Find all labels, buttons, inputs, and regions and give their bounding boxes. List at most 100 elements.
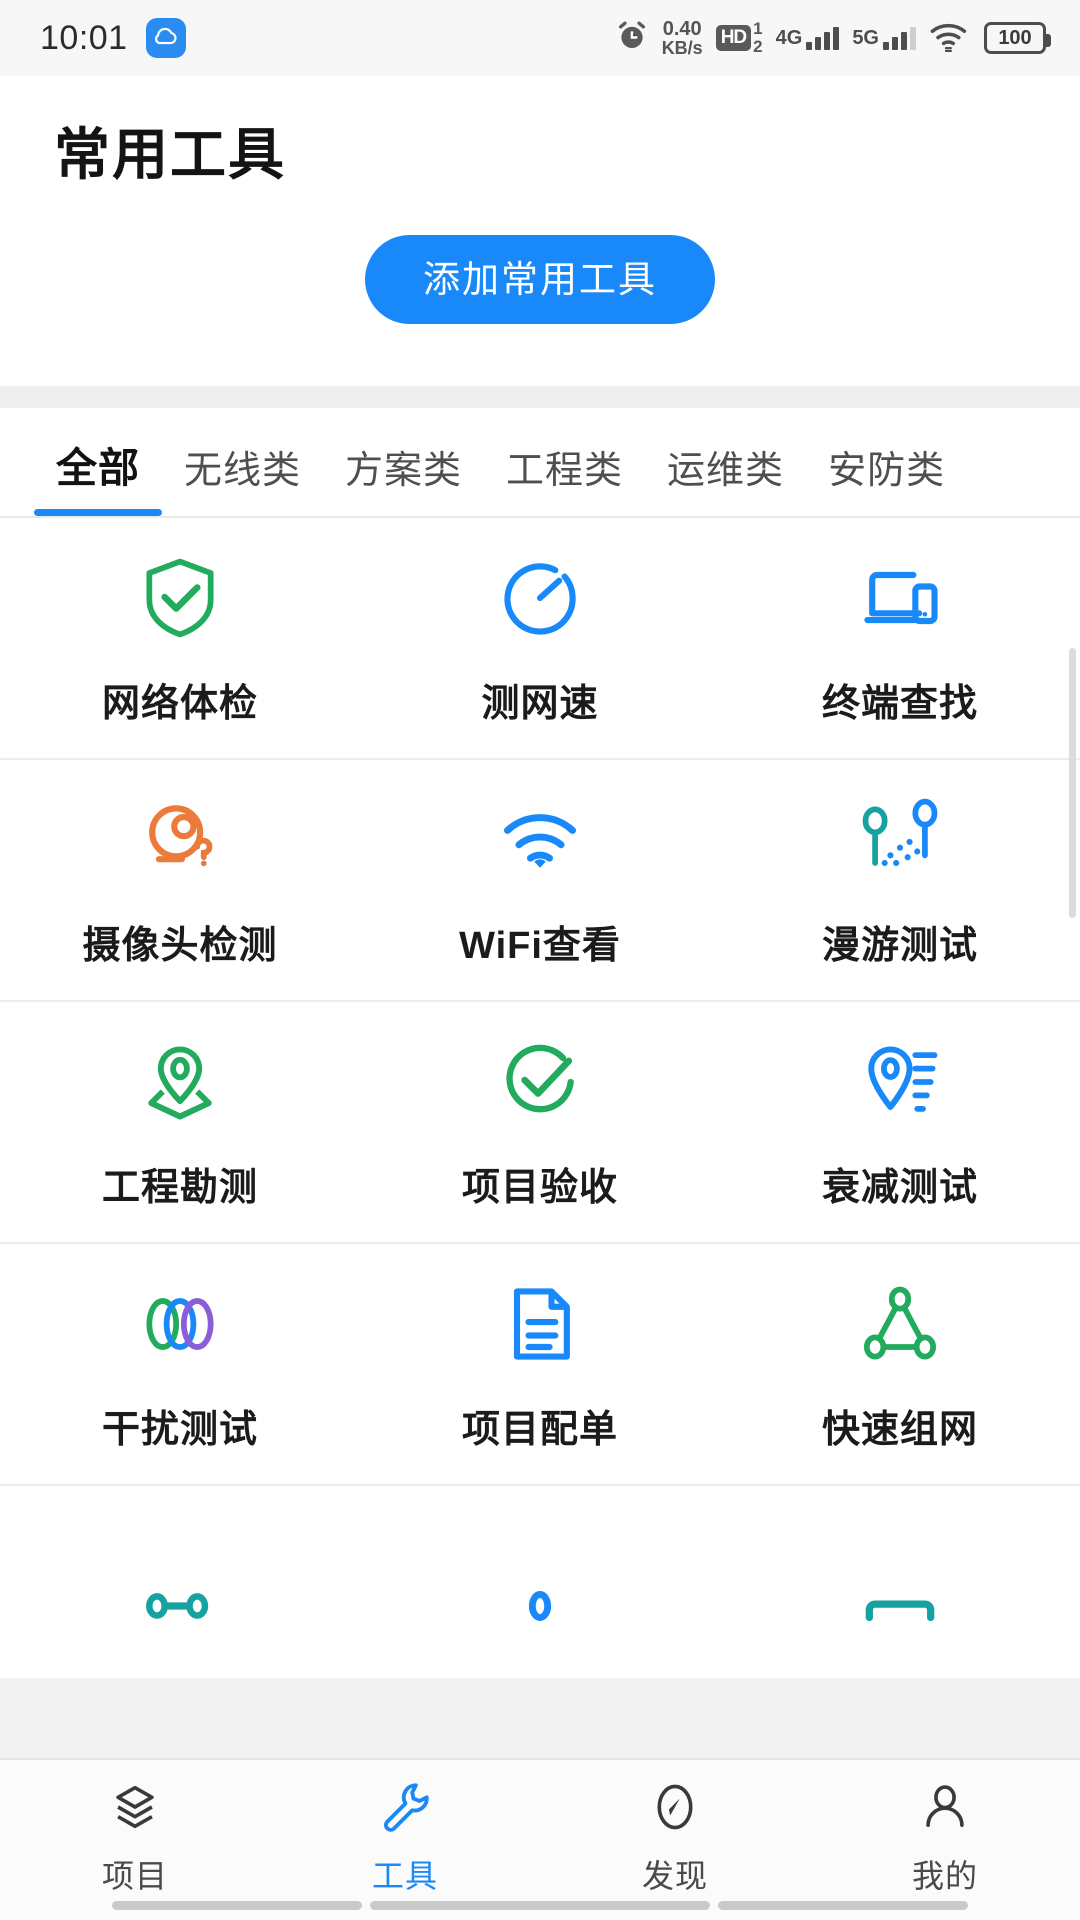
cloud-icon <box>145 18 186 58</box>
tool-item-roaming-test[interactable]: 漫游测试 <box>720 792 1080 969</box>
tool-grid-row: 摄像头检测 WiFi查看 漫游测试 <box>0 760 1080 1002</box>
person-icon <box>916 1778 974 1841</box>
tool-item-wifi-view[interactable]: WiFi查看 <box>360 792 720 969</box>
device-bar-icon <box>852 1558 948 1654</box>
location-pin-icon <box>492 1558 588 1654</box>
add-common-tool-button[interactable]: 添加常用工具 <box>365 235 715 324</box>
interference-rings-icon <box>132 1276 228 1372</box>
battery-indicator: 100 <box>984 22 1051 54</box>
category-tabs: 全部 无线类 方案类 工程类 运维类 安防类 <box>0 408 1080 516</box>
tab-security[interactable]: 安防类 <box>806 413 967 516</box>
section-divider <box>0 386 1080 408</box>
roaming-nodes-icon <box>852 792 948 888</box>
tool-item-partial-1[interactable] <box>0 1558 360 1654</box>
home-indicator <box>0 1901 1080 1910</box>
tool-item-project-acceptance[interactable]: 项目验收 <box>360 1034 720 1211</box>
tool-item-interference-test[interactable]: 干扰测试 <box>0 1276 360 1453</box>
page-title: 常用工具 <box>54 123 286 186</box>
nav-label: 我的 <box>911 1858 978 1894</box>
speedometer-icon <box>492 550 588 646</box>
signal-5g: 5G <box>852 26 916 50</box>
tool-label: 网络体检 <box>101 682 258 725</box>
add-button-container: 添加常用工具 <box>0 191 1080 386</box>
hd-label: HD <box>715 25 752 51</box>
nav-label: 工具 <box>371 1858 438 1894</box>
tool-item-camera-detect[interactable]: 摄像头检测 <box>0 792 360 969</box>
tool-grid-row: 工程勘测 项目验收 衰减测试 <box>0 1002 1080 1244</box>
tool-label: 工程勘测 <box>101 1166 258 1209</box>
network-triangle-icon <box>852 1276 948 1372</box>
wifi-icon <box>929 20 971 57</box>
tool-item-partial-2[interactable] <box>360 1558 720 1654</box>
wifi-signal-icon <box>492 792 588 888</box>
tool-label: 漫游测试 <box>821 924 978 967</box>
camera-question-icon <box>132 792 228 888</box>
tool-label: 快速组网 <box>821 1408 978 1451</box>
signal-4g-bars <box>806 26 840 50</box>
sim-slot-1: 1 <box>753 19 763 39</box>
tool-item-terminal-find[interactable]: 终端查找 <box>720 550 1080 727</box>
tab-label: 全部 <box>56 445 140 491</box>
wrench-icon <box>376 1778 434 1841</box>
vertical-scrollbar[interactable] <box>1069 648 1076 918</box>
net-speed-value: 0.40 <box>662 18 702 40</box>
signal-4g-label: 4G <box>775 26 803 49</box>
tool-label: 项目验收 <box>461 1166 618 1209</box>
home-bar-segment <box>370 1901 710 1910</box>
status-bar: 10:01 0.40 KB/s HD 1 2 4G 5G 100 <box>0 0 1080 76</box>
survey-pin-icon <box>132 1034 228 1130</box>
tab-all[interactable]: 全部 <box>34 408 162 516</box>
tool-label: WiFi查看 <box>459 924 621 967</box>
network-speed: 0.40 KB/s <box>662 19 703 57</box>
tool-item-speed-test[interactable]: 测网速 <box>360 550 720 727</box>
bottom-navigation-bar: 项目 工具 发现 我的 <box>0 1758 1080 1920</box>
phone-screen: 10:01 0.40 KB/s HD 1 2 4G 5G 100 常用工具 添加… <box>0 0 1080 1920</box>
tab-active-underline <box>34 509 162 516</box>
signal-5g-bars <box>883 26 916 50</box>
tab-wireless[interactable]: 无线类 <box>162 413 323 516</box>
nav-item-mine[interactable]: 我的 <box>810 1778 1080 1897</box>
tool-item-partial-3[interactable] <box>720 1558 1080 1654</box>
tool-grid[interactable]: 网络体检 测网速 终端查找 摄像头检测 WiFi查看 漫游测试 工程勘测 项目验… <box>0 518 1080 1678</box>
nav-label: 项目 <box>101 1858 168 1894</box>
home-bar-segment <box>112 1901 362 1910</box>
category-tabs-bar: 全部 无线类 方案类 工程类 运维类 安防类 <box>0 408 1080 518</box>
tool-item-network-checkup[interactable]: 网络体检 <box>0 550 360 727</box>
layers-icon <box>106 1778 164 1841</box>
alarm-clock-icon <box>615 19 649 58</box>
tool-item-quick-networking[interactable]: 快速组网 <box>720 1276 1080 1453</box>
circle-check-icon <box>492 1034 588 1130</box>
signal-4g: 4G <box>775 26 840 50</box>
tool-label: 项目配单 <box>461 1408 618 1451</box>
document-icon <box>492 1276 588 1372</box>
status-time: 10:01 <box>40 18 128 57</box>
tool-grid-row-partial <box>0 1486 1080 1678</box>
tool-item-engineering-survey[interactable]: 工程勘测 <box>0 1034 360 1211</box>
tool-grid-row: 网络体检 测网速 终端查找 <box>0 518 1080 760</box>
nav-label: 发现 <box>641 1858 708 1894</box>
nav-item-projects[interactable]: 项目 <box>0 1778 270 1897</box>
nav-item-discover[interactable]: 发现 <box>540 1778 810 1897</box>
tool-label: 衰减测试 <box>821 1166 978 1209</box>
tab-solution[interactable]: 方案类 <box>323 413 484 516</box>
shield-check-icon <box>132 550 228 646</box>
nav-item-tools[interactable]: 工具 <box>270 1778 540 1897</box>
tab-engineering[interactable]: 工程类 <box>484 413 645 516</box>
network-nodes-icon <box>132 1558 228 1654</box>
devices-icon <box>852 550 948 646</box>
attenuation-pin-icon <box>852 1034 948 1130</box>
tool-label: 摄像头检测 <box>82 924 278 967</box>
tab-operations[interactable]: 运维类 <box>645 413 806 516</box>
status-bar-left: 10:01 <box>40 18 186 58</box>
battery-level: 100 <box>998 26 1032 49</box>
home-bar-segment <box>718 1901 968 1910</box>
tool-grid-row: 干扰测试 项目配单 快速组网 <box>0 1244 1080 1486</box>
tool-item-attenuation-test[interactable]: 衰减测试 <box>720 1034 1080 1211</box>
compass-icon <box>646 1778 704 1841</box>
tool-label: 干扰测试 <box>101 1408 258 1451</box>
hd-voice-indicator: HD 1 2 <box>715 19 763 56</box>
status-bar-right: 0.40 KB/s HD 1 2 4G 5G 100 <box>615 19 1051 58</box>
header-card: 常用工具 添加常用工具 <box>0 76 1080 386</box>
net-speed-unit: KB/s <box>661 38 703 58</box>
tool-item-project-bom[interactable]: 项目配单 <box>360 1276 720 1453</box>
